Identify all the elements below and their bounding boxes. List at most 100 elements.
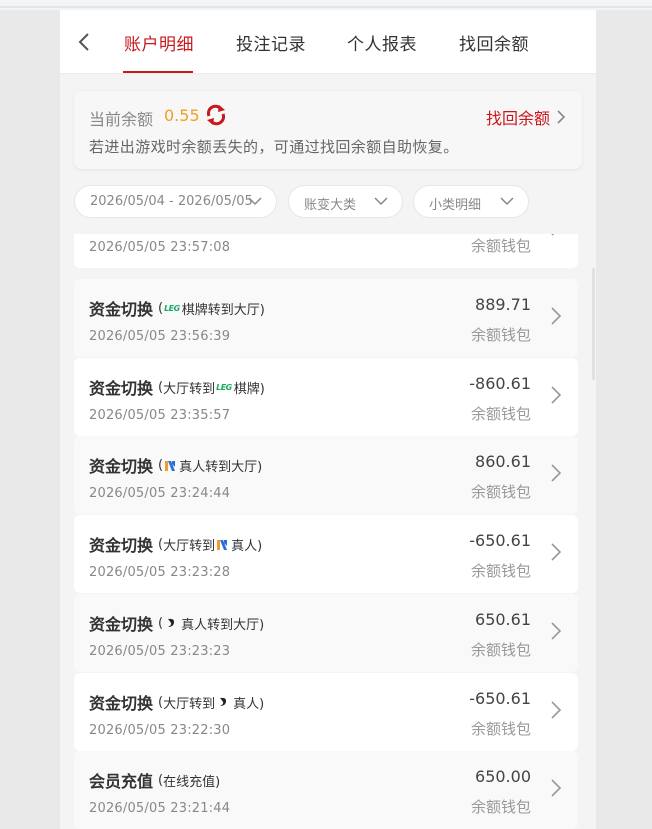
row-title: 资金切换: [89, 693, 154, 713]
list-item[interactable]: 资金切换 ( 真人转到大厅) 2026/05/05 23:24:44 860.61…: [74, 436, 578, 515]
n-logo-icon: [165, 460, 176, 471]
list-item[interactable]: 资金切换 (LEG 棋牌转到大厅) 2026/05/05 23:56:39 889…: [74, 279, 578, 357]
balance-hint: 若进出游戏时余额丢失的，可通过找回余额自助恢复。: [89, 138, 459, 156]
row-description: ( 真人转到大厅): [158, 456, 262, 475]
subcategory-value: 小类明细: [429, 198, 482, 213]
row-title: 会员充值: [89, 772, 154, 792]
row-description: (LEG 棋牌转到大厅): [158, 299, 265, 318]
list-item[interactable]: 资金切换 (大厅转到 真人) 2026/05/05 23:22:30 -650.6…: [74, 672, 578, 751]
list-item[interactable]: 资金切换 (大厅转到 真人) 2026/05/05 23:23:28 -650.6…: [74, 515, 578, 594]
row-desc-after: 棋牌): [233, 381, 265, 397]
tab-bet-records[interactable]: 投注记录: [236, 30, 306, 55]
transaction-list: 2026/05/05 23:57:08 余额钱包 资金切换 (LEG 棋牌转到大厅…: [74, 234, 578, 829]
browser-top-strip: [0, 0, 652, 10]
chevron-right-icon: [551, 386, 562, 404]
row-description: ( 真人转到大厅): [158, 614, 264, 633]
chevron-down-icon: [248, 197, 262, 206]
row-desc-after: 真人): [233, 696, 265, 712]
balance-label: 当前余额: [89, 110, 154, 129]
n-logo-icon: [217, 539, 228, 550]
subcategory-filter[interactable]: 小类明细: [413, 185, 529, 218]
category-filter[interactable]: 账变大类: [288, 185, 403, 218]
row-wallet: 余额钱包: [470, 237, 531, 255]
row-title: 资金切换: [89, 536, 154, 556]
list-item[interactable]: 会员充值 (在线充值) 2026/05/05 23:21:44 650.00 余…: [74, 751, 578, 829]
row-desc-open: (: [158, 615, 164, 631]
row-amount: -860.61: [469, 373, 531, 393]
swirl-logo-icon: [168, 619, 175, 628]
row-desc-before: 在线充值): [163, 775, 221, 791]
row-title: 资金切换: [89, 300, 154, 319]
chevron-right-icon: [551, 307, 562, 325]
chevron-right-icon: [551, 234, 555, 236]
row-time: 2026/05/05 23:35:57: [89, 407, 231, 423]
row-time: 2026/05/05 23:22:30: [89, 722, 231, 738]
row-amount: 889.71: [475, 295, 531, 314]
row-wallet: 余额钱包: [470, 404, 531, 423]
swirl-logo-icon: [220, 697, 227, 706]
chevron-right-icon: [551, 464, 562, 482]
active-tab-indicator: [123, 71, 193, 73]
row-desc-after: 真人转到大厅): [181, 617, 265, 633]
row-desc-open: (: [158, 458, 164, 474]
row-title: 资金切换: [89, 378, 154, 398]
balance-card: 当前余额 0.55 找回余额 若进出游戏时余额丢失的，可通过找回余额自助恢复。: [74, 91, 582, 169]
row-desc-before: 大厅转到: [163, 381, 216, 397]
row-amount: -650.61: [469, 531, 531, 551]
row-time: 2026/05/05 23:21:44: [89, 801, 231, 817]
chevron-right-icon: [551, 543, 562, 561]
list-item[interactable]: 资金切换 ( 真人转到大厅) 2026/05/05 23:23:23 650.61…: [74, 593, 578, 672]
chevron-right-icon: [551, 622, 562, 640]
row-wallet: 余额钱包: [470, 719, 531, 738]
row-description: (大厅转到 LEG 棋牌): [158, 378, 265, 397]
row-time: 2026/05/05 23:57:08: [89, 240, 231, 255]
chevron-right-icon: [557, 110, 566, 124]
back-arrow-icon[interactable]: [74, 30, 94, 54]
row-time: 2026/05/05 23:23:23: [89, 643, 231, 659]
tab-recover-balance[interactable]: 找回余额: [459, 30, 529, 55]
chevron-right-icon: [551, 779, 562, 797]
row-description: (大厅转到 真人): [158, 693, 264, 712]
chevron-right-icon: [551, 700, 562, 719]
row-desc-open: (: [158, 301, 164, 316]
leg-logo-icon: LEG: [216, 382, 232, 392]
row-desc-before: 大厅转到: [163, 539, 216, 555]
leg-logo-icon: LEG: [164, 304, 180, 313]
recover-balance-label: 找回余额: [485, 109, 550, 128]
row-title: 资金切换: [89, 614, 154, 634]
row-title: 资金切换: [89, 457, 154, 477]
list-item-partial[interactable]: 2026/05/05 23:57:08 余额钱包: [74, 234, 578, 268]
row-time: 2026/05/05 23:56:39: [89, 329, 231, 344]
row-description: (大厅转到 真人): [158, 535, 262, 554]
row-desc-after: 棋牌转到大厅): [181, 303, 265, 318]
row-time: 2026/05/05 23:24:44: [89, 486, 231, 502]
row-desc-before: 大厅转到: [163, 696, 216, 712]
category-value: 账变大类: [304, 198, 357, 213]
row-wallet: 余额钱包: [470, 798, 531, 817]
row-wallet: 余额钱包: [470, 562, 531, 581]
refresh-icon[interactable]: [204, 103, 228, 127]
row-wallet: 余额钱包: [470, 640, 531, 659]
row-amount: 650.00: [475, 767, 531, 787]
row-amount: -650.61: [469, 688, 531, 708]
chevron-down-icon: [374, 197, 388, 206]
row-desc-after: 真人转到大厅): [179, 460, 263, 476]
recover-balance-link[interactable]: 找回余额: [486, 105, 566, 129]
tab-personal-report[interactable]: 个人报表: [347, 30, 417, 55]
list-item[interactable]: 资金切换 (大厅转到 LEG 棋牌) 2026/05/05 23:35:57 -86…: [74, 357, 578, 436]
row-amount: 650.61: [475, 609, 531, 629]
row-amount: 860.61: [475, 452, 531, 472]
scrollbar[interactable]: [592, 268, 595, 380]
row-time: 2026/05/05 23:23:28: [89, 565, 231, 581]
top-nav: 账户明细 投注记录 个人报表 找回余额: [60, 10, 596, 74]
row-wallet: 余额钱包: [470, 326, 531, 344]
account-details-page: 账户明细 投注记录 个人报表 找回余额 当前余额 0.55 找回余额 若进出游戏…: [60, 10, 596, 829]
chevron-down-icon: [500, 197, 514, 206]
tab-account-details[interactable]: 账户明细: [124, 30, 194, 55]
row-wallet: 余额钱包: [470, 483, 531, 502]
balance-value: 0.55: [164, 106, 200, 125]
row-description: (在线充值): [158, 771, 220, 790]
row-desc-after: 真人): [231, 539, 263, 555]
date-range-value: 2026/05/04 - 2026/05/05: [90, 194, 253, 209]
date-range-filter[interactable]: 2026/05/04 - 2026/05/05: [74, 185, 277, 218]
